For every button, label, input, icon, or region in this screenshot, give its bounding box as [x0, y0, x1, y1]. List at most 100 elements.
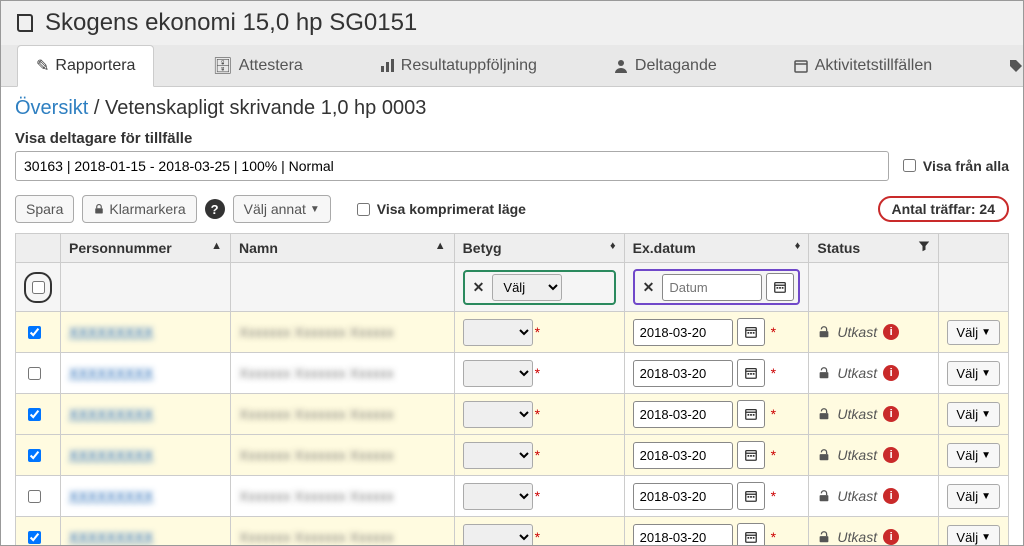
calendar-picker-button[interactable] [737, 523, 765, 546]
calendar-picker-button[interactable] [737, 400, 765, 428]
col-check-header [16, 234, 61, 263]
row-checkbox[interactable] [28, 367, 41, 380]
personnummer-link[interactable]: XXXXXXXXX [69, 529, 153, 545]
info-icon[interactable]: i [883, 406, 899, 422]
date-input[interactable] [633, 401, 733, 428]
col-exdatum-header[interactable]: Ex.datum ♦ [624, 234, 809, 263]
row-checkbox[interactable] [28, 326, 41, 339]
tab-deltagande[interactable]: Deltagande [595, 45, 735, 86]
calendar-picker-button[interactable] [737, 441, 765, 469]
row-action-label: Välj [956, 366, 978, 381]
required-icon: * [771, 365, 776, 381]
filter-icon [918, 240, 930, 255]
row-action-button[interactable]: Välj ▼ [947, 361, 1000, 386]
date-input[interactable] [633, 442, 733, 469]
required-icon: * [771, 529, 776, 545]
row-action-button[interactable]: Välj ▼ [947, 525, 1000, 546]
spara-button[interactable]: Spara [15, 195, 74, 223]
personnummer-link[interactable]: XXXXXXXXX [69, 324, 153, 340]
filter-label: Visa deltagare för tillfälle [15, 130, 889, 147]
grade-select[interactable] [463, 319, 533, 346]
breadcrumb: Översikt / Vetenskapligt skrivande 1,0 h… [15, 97, 1009, 120]
date-input[interactable] [633, 483, 733, 510]
grade-filter-select[interactable]: Välj [492, 274, 562, 301]
date-filter-input[interactable] [662, 274, 762, 301]
occasion-select[interactable] [15, 151, 889, 181]
status-text: Utkast [837, 365, 877, 381]
grade-select[interactable] [463, 483, 533, 510]
calendar-picker-button[interactable] [737, 318, 765, 346]
date-filter-wrap: ✕ [633, 269, 801, 305]
breadcrumb-current: Vetenskapligt skrivande 1,0 hp 0003 [105, 97, 426, 119]
breadcrumb-overview[interactable]: Översikt [15, 97, 88, 119]
tab-label: Resultatuppföljning [401, 57, 537, 75]
info-icon[interactable]: i [883, 447, 899, 463]
calendar-picker-button[interactable] [766, 273, 794, 301]
unlock-icon [817, 407, 831, 421]
personnummer-link[interactable]: XXXXXXXXX [69, 488, 153, 504]
visa-fran-alla-label: Visa från alla [923, 158, 1009, 174]
tab-rapportera[interactable]: ✎ Rapportera [17, 45, 154, 87]
table-row: XXXXXXXXXXxxxxxx Xxxxxxx Xxxxxx**Utkasti… [16, 312, 1009, 353]
clear-grade-icon[interactable]: ✕ [469, 279, 489, 296]
help-icon[interactable]: ? [205, 199, 225, 219]
unlock-icon [817, 325, 831, 339]
col-status-header[interactable]: Status [809, 234, 939, 263]
info-icon[interactable]: i [883, 324, 899, 340]
komprimerat-label: Visa komprimerat läge [377, 201, 526, 217]
clear-date-icon[interactable]: ✕ [639, 279, 659, 296]
komprimerat-checkbox[interactable] [357, 203, 370, 216]
row-checkbox[interactable] [28, 531, 41, 544]
info-icon[interactable]: i [883, 529, 899, 545]
required-icon: * [771, 406, 776, 422]
grade-select[interactable] [463, 442, 533, 469]
col-namn-header[interactable]: Namn ▲ [231, 234, 455, 263]
required-icon: * [535, 365, 540, 381]
personnummer-link[interactable]: XXXXXXXXX [69, 365, 153, 381]
col-action-header [939, 234, 1009, 263]
row-checkbox[interactable] [28, 490, 41, 503]
valj-annat-button[interactable]: Välj annat ▼ [233, 195, 331, 223]
date-input[interactable] [633, 360, 733, 387]
tab-aktivitetstillfallen[interactable]: Aktivitetstillfällen [775, 45, 950, 86]
visa-fran-alla[interactable]: Visa från alla [899, 156, 1009, 175]
row-action-button[interactable]: Välj ▼ [947, 443, 1000, 468]
tab-resultatuppfoljning[interactable]: Resultatuppföljning [361, 45, 555, 86]
name-cell: Xxxxxxx Xxxxxxx Xxxxxx [239, 447, 394, 463]
tab-resu[interactable]: Resu [990, 45, 1024, 86]
calendar-picker-button[interactable] [737, 359, 765, 387]
grade-select[interactable] [463, 401, 533, 428]
row-checkbox[interactable] [28, 449, 41, 462]
date-input[interactable] [633, 524, 733, 546]
klarmarkera-label: Klarmarkera [109, 201, 185, 217]
col-personnummer-header[interactable]: Personnummer ▲ [61, 234, 231, 263]
row-action-label: Välj [956, 489, 978, 504]
grade-select[interactable] [463, 360, 533, 387]
name-cell: Xxxxxxx Xxxxxxx Xxxxxx [239, 324, 394, 340]
sort-icon: ▲ [435, 240, 446, 252]
grade-filter-wrap: ✕ Välj [463, 270, 616, 305]
name-cell: Xxxxxxx Xxxxxxx Xxxxxx [239, 365, 394, 381]
komprimerat-toggle[interactable]: Visa komprimerat läge [353, 200, 526, 219]
row-action-label: Välj [956, 325, 978, 340]
row-action-button[interactable]: Välj ▼ [947, 320, 1000, 345]
grade-select[interactable] [463, 524, 533, 546]
row-checkbox[interactable] [28, 408, 41, 421]
required-icon: * [771, 447, 776, 463]
info-icon[interactable]: i [883, 488, 899, 504]
col-betyg-header[interactable]: Betyg ♦ [454, 234, 624, 263]
info-icon[interactable]: i [883, 365, 899, 381]
tab-attestera[interactable]: 🗄 Attestera [194, 45, 320, 86]
row-action-button[interactable]: Välj ▼ [947, 402, 1000, 427]
klarmarkera-button[interactable]: Klarmarkera [82, 195, 196, 223]
select-all-checkbox[interactable] [32, 281, 45, 294]
select-all-ring [24, 272, 52, 303]
personnummer-link[interactable]: XXXXXXXXX [69, 406, 153, 422]
calendar-picker-button[interactable] [737, 482, 765, 510]
row-action-button[interactable]: Välj ▼ [947, 484, 1000, 509]
personnummer-link[interactable]: XXXXXXXXX [69, 447, 153, 463]
required-icon: * [535, 406, 540, 422]
date-input[interactable] [633, 319, 733, 346]
result-count-badge: Antal träffar: 24 [878, 196, 1009, 222]
visa-fran-alla-checkbox[interactable] [903, 159, 916, 172]
